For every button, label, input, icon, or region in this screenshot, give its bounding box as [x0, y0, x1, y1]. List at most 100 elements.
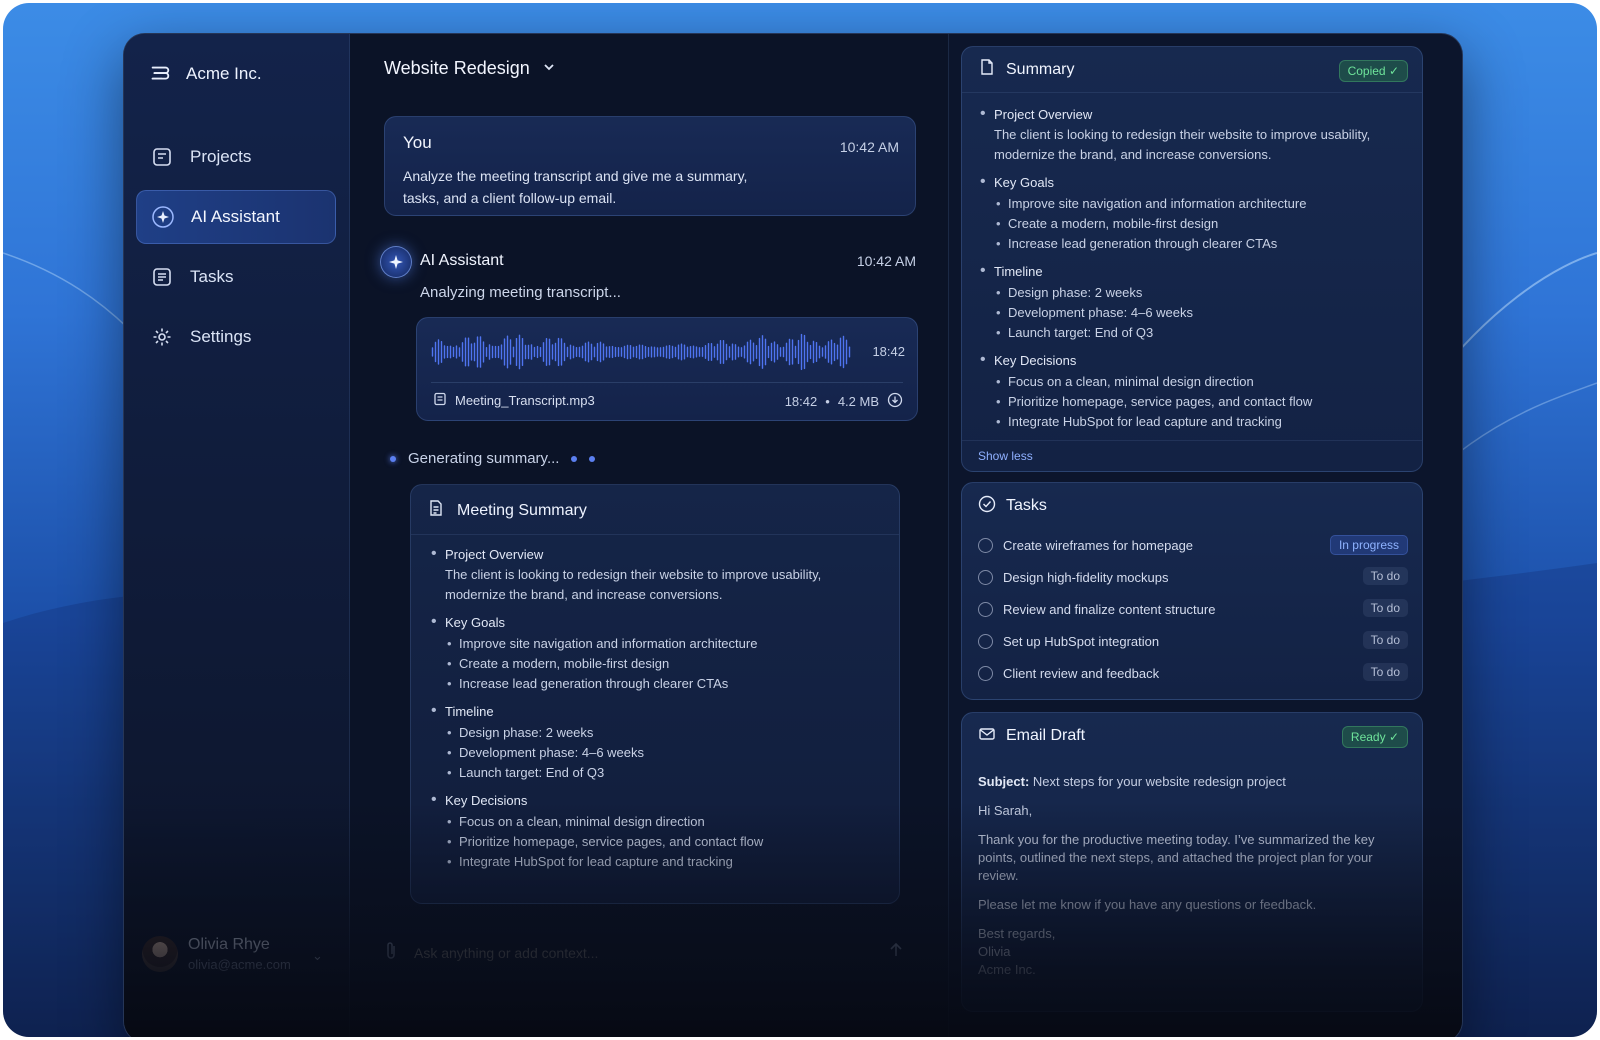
user-profile[interactable]: Olivia Rhye olivia@acme.com ⌄ [142, 936, 323, 972]
sidebar-item-tasks[interactable]: Tasks [136, 250, 336, 304]
list-item: Prioritize homepage, service pages, and … [445, 832, 881, 852]
email-signoff: Best regards, [978, 926, 1056, 941]
user-email: olivia@acme.com [188, 957, 291, 972]
list-item: Development phase: 4–6 weeks [445, 743, 881, 763]
sparkle-icon [380, 246, 412, 278]
email-subject: Next steps for your website redesign pro… [1032, 774, 1286, 789]
project-selector[interactable]: Website Redesign [384, 58, 556, 79]
sidebar-item-settings[interactable]: Settings [136, 310, 336, 364]
list-item: Focus on a clean, minimal design directi… [994, 372, 1406, 392]
folder-icon [150, 145, 174, 169]
sidebar-item-ai-assistant[interactable]: AI Assistant [136, 190, 336, 244]
chevron-down-icon [542, 58, 556, 79]
message-time: 10:42 AM [856, 253, 916, 269]
status-badge: To do [1362, 599, 1408, 617]
email-draft-header: Email Draft Ready ✓ [962, 713, 1422, 759]
document-icon [427, 499, 445, 522]
loading-dot-icon [589, 455, 596, 462]
task-checkbox[interactable] [978, 601, 993, 617]
summary-header: Summary Copied ✓ [962, 47, 1422, 93]
meeting-summary-header: Meeting Summary [411, 485, 899, 535]
separator: • [825, 394, 830, 409]
status-badge: To do [1362, 631, 1408, 649]
section-heading: Project Overview [445, 547, 544, 562]
list-item: Create a modern, mobile-first design [994, 214, 1406, 234]
gear-icon [150, 325, 174, 349]
task-row[interactable]: Create wireframes for homepage In progre… [962, 529, 1422, 561]
email-paragraph: Thank you for the productive meeting tod… [978, 832, 1375, 883]
task-label: Set up HubSpot integration [1003, 633, 1160, 649]
audio-waveform[interactable] [431, 332, 851, 372]
message-author: AI Assistant [420, 252, 504, 269]
download-icon[interactable] [887, 392, 903, 411]
meeting-summary-list: Project Overview The client is looking t… [431, 545, 881, 872]
list-item: Prioritize homepage, service pages, and … [994, 392, 1406, 412]
audio-file-size: 4.2 MB [837, 394, 879, 409]
user-message: You 10:42 AM Analyze the meeting transcr… [384, 116, 916, 216]
email-draft-title: Email Draft [1006, 727, 1086, 744]
task-row[interactable]: Design high-fidelity mockups To do [962, 561, 1422, 593]
sidebar-item-label: Projects [190, 147, 252, 166]
email-greeting: Hi Sarah, [978, 803, 1033, 818]
task-checkbox[interactable] [978, 537, 993, 553]
paperclip-icon[interactable] [384, 941, 398, 966]
list-item: Launch target: End of Q3 [994, 323, 1406, 343]
summary-list: Project Overview The client is looking t… [980, 105, 1406, 432]
checklist-icon [150, 265, 174, 289]
status-badge: To do [1362, 663, 1408, 681]
section-heading: Project Overview [994, 107, 1093, 122]
list-item: Development phase: 4–6 weeks [994, 303, 1406, 323]
subject-label: Subject: [978, 774, 1030, 789]
meeting-summary-card: Meeting Summary Project Overview The cli… [410, 484, 900, 904]
message-input[interactable] [414, 945, 834, 961]
desktop-background: Acme Inc. Projects AI Assistant Tasks Se… [3, 3, 1597, 1037]
user-name: Olivia Rhye [188, 936, 270, 953]
show-less-link[interactable]: Show less [962, 440, 1422, 471]
list-item: Focus on a clean, minimal design directi… [445, 812, 881, 832]
task-checkbox[interactable] [978, 569, 993, 585]
email-company: Acme Inc. [978, 962, 1036, 977]
chat-panel: Website Redesign You 10:42 AM Analyze th… [350, 34, 948, 1037]
page-title: Website Redesign [384, 58, 530, 78]
file-icon [433, 392, 447, 409]
message-author: You [403, 133, 432, 152]
task-checkbox[interactable] [978, 633, 993, 649]
section-heading: Timeline [445, 704, 494, 719]
ready-badge: Ready ✓ [1341, 726, 1408, 748]
document-icon [978, 58, 996, 81]
list-item: Launch target: End of Q3 [445, 763, 881, 783]
list-item: Timeline Design phase: 2 weeks Developme… [980, 262, 1406, 343]
section-heading: Key Goals [994, 175, 1054, 190]
sidebar-item-projects[interactable]: Projects [136, 130, 336, 184]
sidebar-item-label: Tasks [190, 267, 234, 286]
list-item: Key Goals Improve site navigation and in… [431, 613, 881, 694]
audio-file: Meeting_Transcript.mp3 [433, 392, 595, 409]
section-heading: Key Decisions [994, 353, 1077, 368]
message-time: 10:42 AM [839, 139, 899, 155]
task-checkbox[interactable] [978, 665, 993, 681]
send-arrow-icon[interactable] [888, 942, 904, 963]
generating-label: Generating summary... [408, 450, 560, 467]
task-row[interactable]: Client review and feedback To do [962, 657, 1422, 689]
copied-badge[interactable]: Copied ✓ [1338, 60, 1408, 82]
chevron-down-icon[interactable]: ⌄ [312, 948, 323, 964]
tasks-header: Tasks [962, 483, 1422, 529]
list-item: Project Overview The client is looking t… [431, 545, 881, 605]
brand-name: Acme Inc. [186, 64, 262, 83]
section-text: The client is looking to redesign their … [445, 567, 822, 602]
assistant-message-header: AI Assistant 10:42 AM [380, 246, 916, 280]
task-list: Create wireframes for homepage In progre… [962, 529, 1422, 689]
divider [431, 382, 903, 383]
section-heading: Timeline [994, 264, 1043, 279]
list-item: Increase lead generation through clearer… [994, 234, 1406, 254]
email-draft-card: Email Draft Ready ✓ Subject: Next steps … [961, 712, 1423, 1012]
generating-status: Generating summary... [390, 450, 596, 467]
list-item: Key Decisions Focus on a clean, minimal … [431, 791, 881, 872]
task-row[interactable]: Set up HubSpot integration To do [962, 625, 1422, 657]
task-row[interactable]: Review and finalize content structure To… [962, 593, 1422, 625]
brand[interactable]: Acme Inc. [148, 62, 262, 86]
audio-file-name: Meeting_Transcript.mp3 [455, 393, 595, 408]
audio-attachment[interactable]: 18:42 Meeting_Transcript.mp3 18:42 • 4.2… [416, 317, 918, 421]
summary-card: Summary Copied ✓ Project Overview The cl… [961, 46, 1423, 472]
status-badge: In progress [1329, 535, 1408, 555]
